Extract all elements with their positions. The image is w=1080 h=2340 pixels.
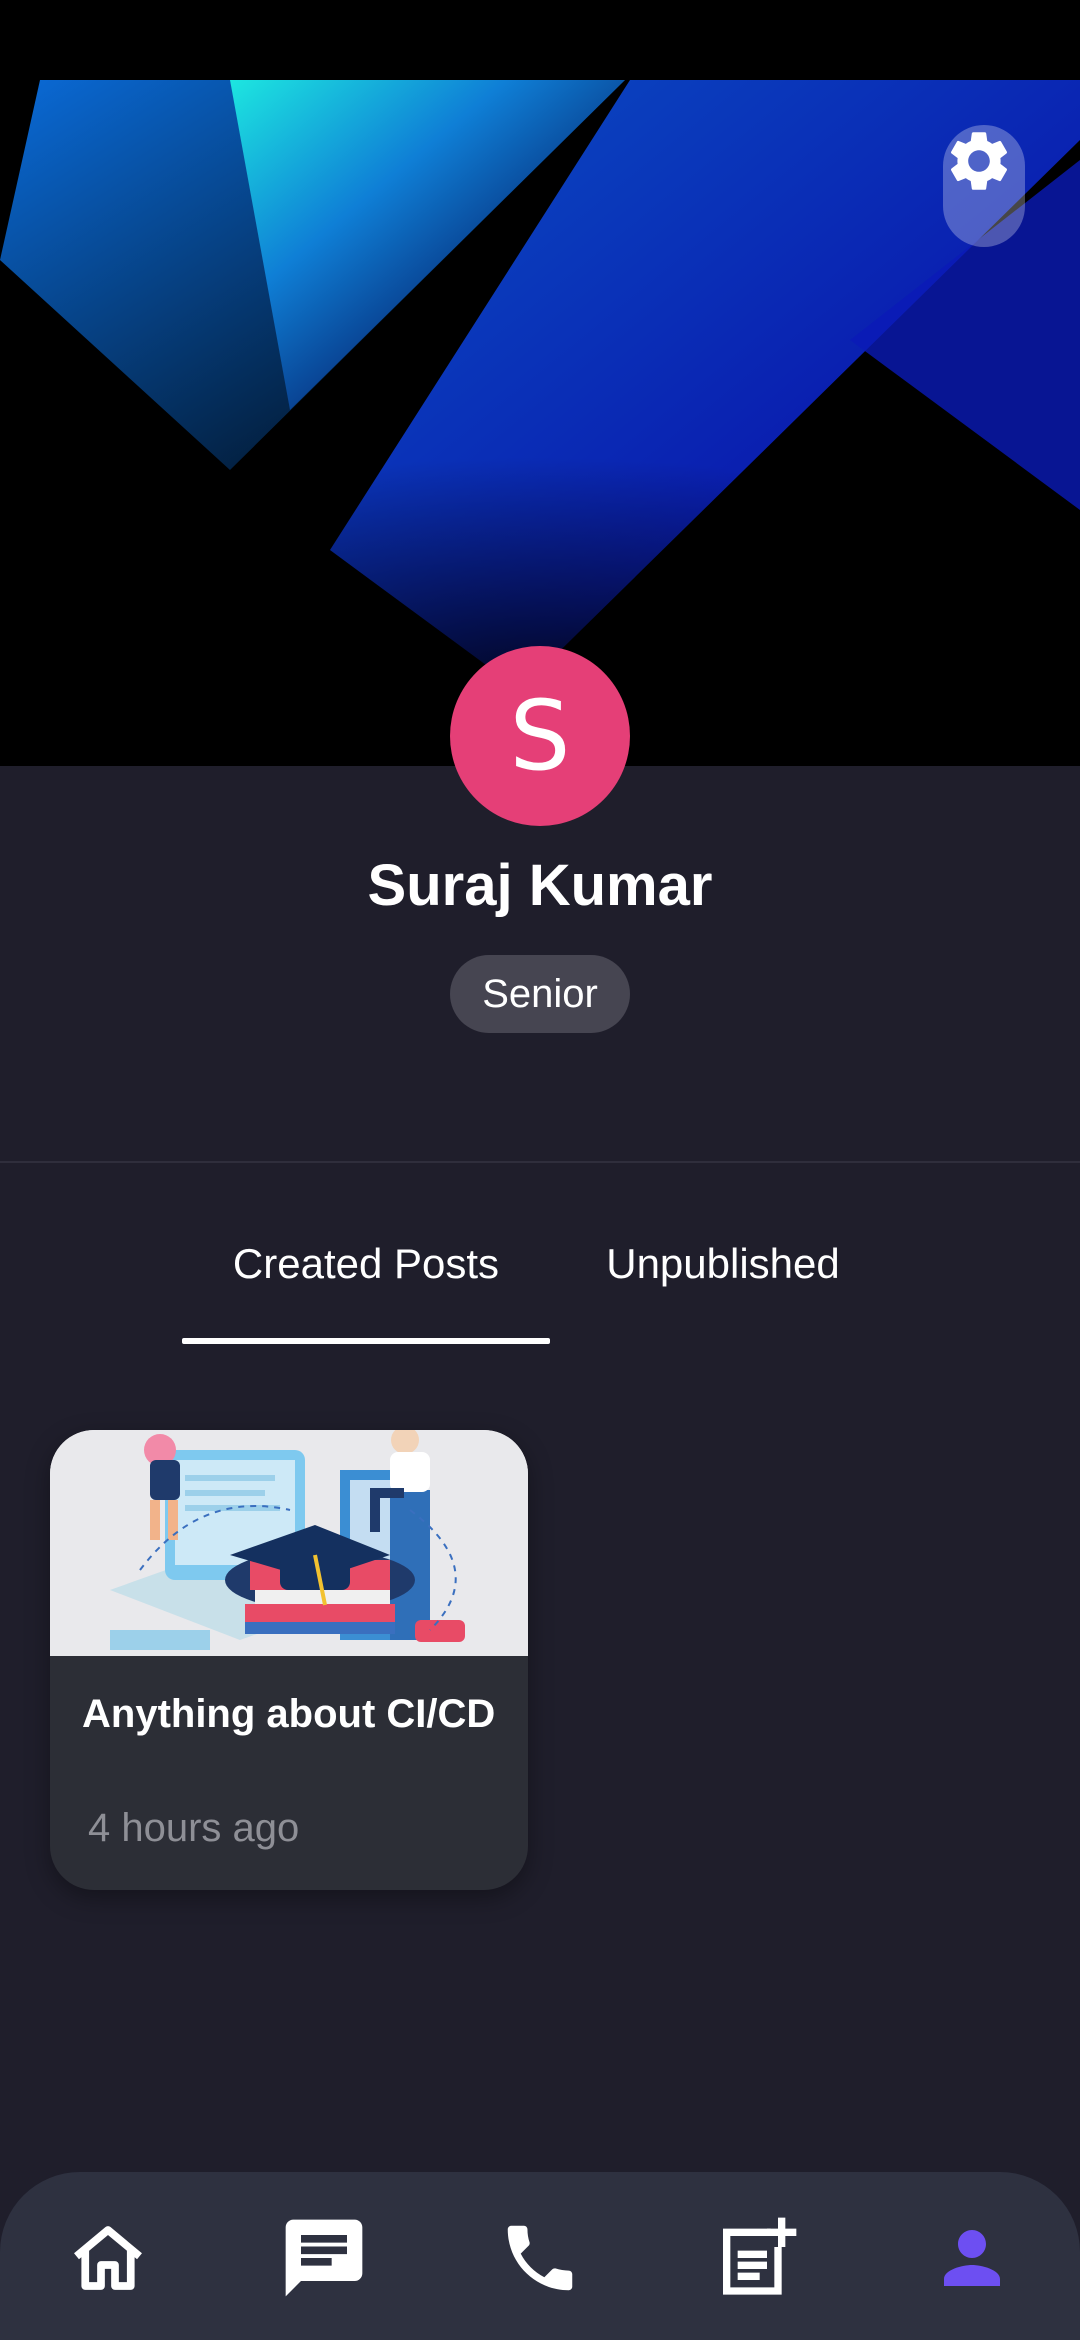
chat-icon	[278, 2212, 370, 2309]
tab-created-posts[interactable]: Created Posts	[182, 1240, 550, 1288]
nav-call[interactable]	[490, 2210, 590, 2310]
user-name: Suraj Kumar	[367, 853, 713, 918]
new-post-icon	[712, 2214, 800, 2307]
post-thumbnail	[50, 1430, 528, 1656]
settings-button[interactable]	[943, 125, 1025, 247]
profile-icon	[930, 2216, 1014, 2305]
nav-chat[interactable]	[274, 2210, 374, 2310]
tab-active-indicator	[182, 1338, 550, 1344]
avatar-letter: S	[509, 680, 571, 792]
bottom-nav	[0, 2172, 1080, 2340]
role-label: Senior	[482, 971, 598, 1016]
nav-profile[interactable]	[922, 2210, 1022, 2310]
post-title: Anything about CI/CD	[82, 1692, 496, 1736]
avatar: S	[450, 646, 630, 826]
tab-unpublished[interactable]: Unpublished	[580, 1240, 866, 1288]
post-time: 4 hours ago	[88, 1806, 300, 1850]
nav-home[interactable]	[58, 2210, 158, 2310]
phone-icon	[497, 2215, 583, 2306]
home-icon	[66, 2216, 150, 2305]
post-card[interactable]: Anything about CI/CD 4 hours ago	[50, 1430, 528, 1890]
role-badge: Senior	[450, 955, 630, 1033]
status-bar	[0, 0, 1080, 80]
divider	[0, 1161, 1080, 1163]
nav-new-post[interactable]	[706, 2210, 806, 2310]
